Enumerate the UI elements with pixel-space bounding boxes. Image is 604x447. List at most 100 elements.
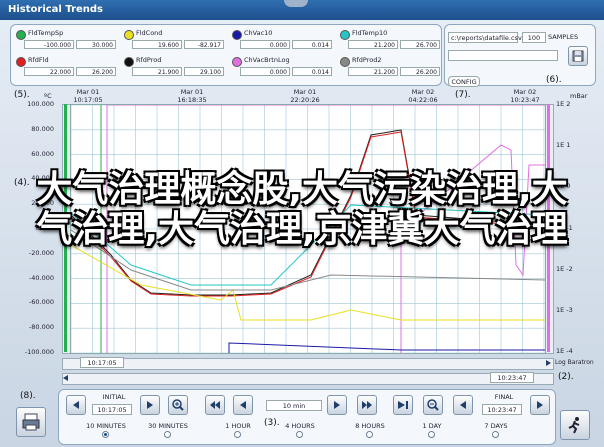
header-time: 10:17:05 <box>73 96 103 104</box>
pen-chvac10[interactable]: ChVac10 0.000 0.014 <box>230 28 332 50</box>
last-button[interactable] <box>393 395 413 415</box>
time-header-3: Mar 02 04:22:06 <box>393 88 453 104</box>
pen-max: 0.014 <box>292 67 332 76</box>
pen-name: FldCond <box>136 29 163 37</box>
pen-rfdprod2[interactable]: RfdProd2 21.200 26.200 <box>338 55 440 77</box>
navigation-panel <box>58 389 556 445</box>
range-label: 10 MINUTES <box>86 422 126 430</box>
range-label: 8 HOURS <box>355 422 385 430</box>
header-time: 10:23:47 <box>510 96 540 104</box>
floppy-icon <box>572 50 584 62</box>
step-back-button[interactable] <box>453 395 473 415</box>
range-radio[interactable] <box>296 431 303 438</box>
pen-min: 21.200 <box>348 40 398 49</box>
callout-label: (3). <box>264 418 280 428</box>
final-time-field[interactable]: 10:23:47 <box>482 404 522 415</box>
collapse-tab[interactable] <box>284 0 308 7</box>
double-right-icon <box>362 401 372 409</box>
run-button[interactable] <box>560 410 590 440</box>
pen-fldcond[interactable]: FldCond 19.600 -82.917 <box>122 28 224 50</box>
pen-color-icon <box>340 30 350 40</box>
y-right-tick: 1E -2 <box>556 264 573 273</box>
time-header-0: Mar 01 10:17:05 <box>58 88 118 104</box>
start-scrollbar[interactable] <box>62 358 554 370</box>
y-left-tick: 100.000 <box>27 100 54 108</box>
pen-fldtemp10[interactable]: FldTemp10 21.200 26.700 <box>338 28 440 50</box>
fast-forward-button[interactable] <box>357 395 377 415</box>
range-radio[interactable] <box>366 431 373 438</box>
y-right-tick: 1E -3 <box>556 306 573 314</box>
initial-label: INITIAL <box>102 393 126 401</box>
span-field[interactable]: 10 min <box>266 400 322 411</box>
range-radio[interactable] <box>164 431 171 438</box>
pen-color-icon <box>232 57 242 67</box>
zoom-in-icon <box>172 399 184 411</box>
series-chvac10 <box>228 342 545 353</box>
last-step-button[interactable] <box>530 395 550 415</box>
window-title: Historical Trends <box>8 4 104 15</box>
print-button[interactable] <box>16 407 46 437</box>
zoom-out-icon <box>427 399 439 411</box>
pen-fldtempsp[interactable]: FldTempSp -100.000 30.000 <box>14 28 116 50</box>
header-time: 16:18:35 <box>177 96 207 104</box>
callout-label: (7). <box>455 90 471 100</box>
pen-rfdprod[interactable]: RfdProd 21.900 29.100 <box>122 55 224 77</box>
pen-min: 0.000 <box>240 67 290 76</box>
triangle-right-icon <box>537 401 543 409</box>
y-right-tick: 1E -4 <box>556 347 573 356</box>
series-fldcond <box>70 244 545 321</box>
export-file-field[interactable] <box>448 50 558 61</box>
header-date: Mar 01 <box>293 88 317 96</box>
callout-label: (5). <box>14 90 30 100</box>
pen-max: 30.000 <box>76 40 116 49</box>
final-label: FINAL <box>494 393 514 401</box>
pen-chvacbrtnlog[interactable]: ChVacBrtnLog 0.000 0.014 <box>230 55 332 77</box>
range-label: 1 DAY <box>422 422 442 430</box>
pen-color-icon <box>124 30 134 40</box>
fast-back-button[interactable] <box>205 395 225 415</box>
triangle-left-icon <box>240 401 246 409</box>
callout-label: (6). <box>546 75 562 85</box>
samples-field[interactable]: 100 <box>522 32 546 43</box>
first-button[interactable] <box>66 395 86 415</box>
end-scrollbar[interactable] <box>62 373 554 385</box>
header-time: 04:22:06 <box>408 96 438 104</box>
pen-max: 26.700 <box>400 40 440 49</box>
pen-max: 26.200 <box>76 67 116 76</box>
scroll-left-arrow-icon[interactable] <box>62 373 70 383</box>
triangle-left-icon <box>460 401 466 409</box>
end-time: 10:23:47 <box>490 372 534 383</box>
triangle-right-icon <box>147 401 153 409</box>
pen-rfdfld[interactable]: RfdFld 22.000 26.200 <box>14 55 116 77</box>
initial-time-field[interactable]: 10:17:05 <box>92 404 132 415</box>
range-radio[interactable] <box>234 431 241 438</box>
running-man-icon <box>568 417 580 434</box>
zoom-out-button[interactable] <box>423 395 443 415</box>
range-label: 30 MINUTES <box>148 422 188 430</box>
pen-color-icon <box>340 57 350 67</box>
zoom-in-button[interactable] <box>168 395 188 415</box>
title-bar: Historical Trends <box>0 0 604 20</box>
back-button[interactable] <box>233 395 253 415</box>
range-radio[interactable] <box>102 431 109 438</box>
y-right-tick: 1E 1 <box>556 141 571 150</box>
range-radio[interactable] <box>428 431 435 438</box>
scroll-right-arrow-icon[interactable] <box>544 358 552 368</box>
pen-name: RfdProd <box>136 56 162 64</box>
save-button[interactable] <box>568 46 588 66</box>
step-forward-button[interactable] <box>140 395 160 415</box>
y-left-tick: 80.000 <box>31 124 54 133</box>
export-path-field[interactable]: c:\reports\datafile.csv <box>448 32 522 43</box>
pen-max: 29.100 <box>184 67 224 76</box>
right-unit: mBar <box>570 92 588 100</box>
y-left-tick: 60.000 <box>31 149 54 158</box>
range-radio[interactable] <box>492 431 499 438</box>
time-header-2: Mar 01 22:20:26 <box>275 88 335 104</box>
forward-button[interactable] <box>327 395 347 415</box>
range-label: 1 HOUR <box>225 422 251 430</box>
pen-min: 22.000 <box>24 67 74 76</box>
pen-name: ChVacBrtnLog <box>244 56 290 64</box>
double-left-icon <box>210 401 220 409</box>
samples-label: SAMPLES <box>548 33 579 41</box>
config-button[interactable]: CONFIG <box>448 76 480 87</box>
